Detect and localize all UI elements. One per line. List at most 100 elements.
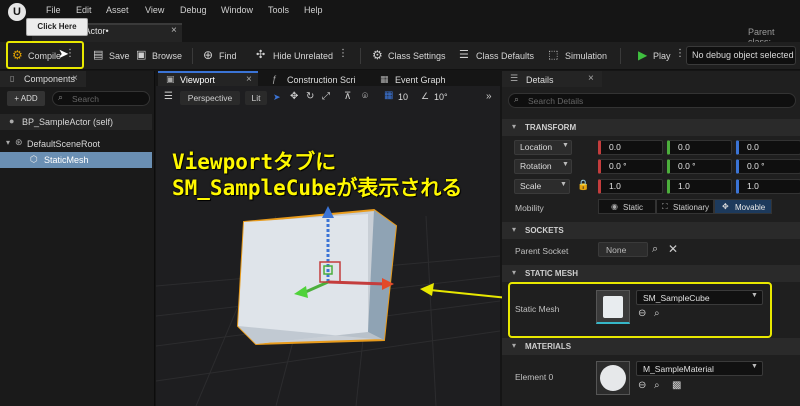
lock-icon[interactable]: 🔒 bbox=[577, 180, 589, 191]
components-search-input[interactable] bbox=[52, 91, 150, 106]
simulation-button[interactable]: Simulation bbox=[565, 51, 607, 61]
tree-label-scene-root: DefaultSceneRoot bbox=[27, 139, 101, 149]
viewport-canvas[interactable] bbox=[156, 86, 500, 406]
use-selected-icon[interactable]: ⊖ bbox=[638, 380, 646, 391]
search-icon: ⌕ bbox=[514, 94, 520, 104]
scale-z-field[interactable]: 1.0 bbox=[736, 179, 800, 194]
tab-construction-script-label: Construction Scri bbox=[287, 75, 356, 85]
menu-tools[interactable]: Tools bbox=[268, 5, 289, 15]
parent-socket-value: None bbox=[606, 245, 627, 255]
static-mesh-icon: ⬡ bbox=[30, 154, 38, 164]
sample-cube bbox=[236, 208, 398, 346]
scene-root-icon: ⊛ bbox=[15, 137, 23, 147]
close-icon[interactable]: × bbox=[246, 74, 252, 85]
location-x-field[interactable]: 0.0 bbox=[598, 140, 663, 155]
find-button[interactable]: Find bbox=[219, 51, 237, 61]
chevron-down-icon[interactable]: ▾ bbox=[512, 268, 516, 277]
rotation-y-field[interactable]: 0.0 ° bbox=[667, 159, 732, 174]
perspective-button[interactable]: Perspective bbox=[180, 91, 240, 105]
surface-snap-icon[interactable]: ⊼ bbox=[344, 91, 351, 102]
save-button[interactable]: Save bbox=[109, 51, 130, 61]
location-y-field[interactable]: 0.0 bbox=[667, 140, 732, 155]
menu-view[interactable]: View bbox=[145, 5, 164, 15]
stationary-icon: ⛶ bbox=[662, 202, 668, 211]
annotation-arrow bbox=[420, 283, 509, 299]
chevron-down-icon[interactable]: ▾ bbox=[512, 341, 516, 350]
location-z-field[interactable]: 0.0 bbox=[736, 140, 800, 155]
scale-y-field[interactable]: 1.0 bbox=[667, 179, 732, 194]
details-icon: ☰ bbox=[510, 73, 519, 83]
simulation-icon: ⬚ bbox=[548, 49, 559, 61]
debug-object-value: No debug object selected bbox=[692, 50, 794, 60]
rotation-snap-value[interactable]: 10° bbox=[434, 92, 448, 102]
function-icon: ƒ bbox=[272, 74, 278, 84]
annotation-line-2: SM_SampleCubeが表示される bbox=[172, 176, 463, 200]
mouse-cursor-icon: ➤ bbox=[58, 46, 69, 61]
world-space-icon[interactable]: ⌾ bbox=[362, 91, 368, 102]
clear-icon[interactable]: ✕ bbox=[668, 242, 678, 256]
select-mode-icon[interactable]: ➤ bbox=[273, 92, 281, 103]
rotate-icon[interactable]: ↻ bbox=[306, 91, 314, 102]
scale-x-field[interactable]: 1.0 bbox=[598, 179, 663, 194]
tab-event-graph-label: Event Graph bbox=[395, 75, 446, 85]
class-settings-button[interactable]: Class Settings bbox=[388, 51, 446, 61]
menu-edit[interactable]: Edit bbox=[76, 5, 92, 15]
menu-asset[interactable]: Asset bbox=[106, 5, 129, 15]
browse-search-icon[interactable]: ⌕ bbox=[654, 380, 660, 391]
browse-button[interactable]: Browse bbox=[152, 51, 182, 61]
components-tab-label: Components bbox=[24, 74, 76, 84]
menu-help[interactable]: Help bbox=[304, 5, 323, 15]
class-defaults-button[interactable]: Class Defaults bbox=[476, 51, 534, 61]
play-button[interactable]: Play bbox=[653, 51, 671, 61]
menu-window[interactable]: Window bbox=[221, 5, 253, 15]
rotation-x-field[interactable]: 0.0 ° bbox=[598, 159, 663, 174]
hamburger-menu-icon[interactable]: ☰ bbox=[164, 91, 173, 102]
chevron-down-icon[interactable]: ▾ bbox=[512, 225, 516, 234]
add-component-button[interactable]: + ADD bbox=[7, 91, 45, 106]
hide-unrelated-button[interactable]: Hide Unrelated bbox=[273, 51, 333, 61]
kebab-menu-icon[interactable]: ⋮ bbox=[675, 48, 685, 59]
mobility-stationary-label: Stationary bbox=[673, 203, 710, 212]
compile-highlight-box bbox=[6, 41, 84, 69]
transform-header-label: TRANSFORM bbox=[525, 123, 577, 132]
browse-icon: ▣ bbox=[136, 49, 147, 61]
viewport-scene[interactable] bbox=[156, 86, 500, 406]
viewport-tab-icon: ▣ bbox=[166, 74, 175, 84]
hide-unrelated-icon: ✣ bbox=[256, 49, 266, 61]
kebab-menu-icon[interactable]: ⋮ bbox=[338, 48, 348, 59]
rotation-snap-icon[interactable]: ∠ bbox=[421, 91, 429, 102]
translate-icon[interactable]: ✥ bbox=[290, 91, 298, 102]
scale-icon[interactable]: ⤢ bbox=[322, 91, 330, 102]
texture-icon[interactable]: ▩ bbox=[672, 380, 681, 391]
sockets-header-label: SOCKETS bbox=[525, 226, 564, 235]
grid-snap-icon[interactable]: ▦ bbox=[384, 90, 393, 101]
class-settings-icon: ⚙ bbox=[372, 48, 383, 62]
graph-icon: ▦ bbox=[380, 74, 389, 84]
movable-icon: ✥ bbox=[722, 202, 729, 211]
chevron-right-icon[interactable]: » bbox=[486, 91, 492, 102]
grid-snap-value[interactable]: 10 bbox=[398, 92, 408, 102]
static-mesh-highlight-box bbox=[508, 282, 772, 338]
close-icon[interactable]: × bbox=[588, 73, 594, 84]
chevron-down-icon: ▼ bbox=[562, 161, 569, 168]
close-icon[interactable]: × bbox=[171, 25, 177, 36]
search-icon: ⌕ bbox=[58, 92, 64, 102]
toolbar-divider bbox=[360, 48, 361, 64]
rotation-z-field[interactable]: 0.0 ° bbox=[736, 159, 800, 174]
mobility-static-label: Static bbox=[623, 203, 644, 212]
close-icon[interactable]: × bbox=[72, 73, 78, 84]
mobility-label: Mobility bbox=[515, 203, 544, 213]
search-icon[interactable]: ⌕ bbox=[652, 243, 658, 256]
chevron-down-icon[interactable]: ▾ bbox=[512, 122, 516, 131]
unreal-logo: U bbox=[8, 3, 26, 21]
menu-file[interactable]: File bbox=[46, 5, 61, 15]
material-value: M_SampleMaterial bbox=[643, 364, 714, 374]
menu-debug[interactable]: Debug bbox=[180, 5, 207, 15]
tab-viewport-label: Viewport bbox=[180, 75, 215, 85]
details-tab-label: Details bbox=[526, 75, 554, 85]
element-0-label: Element 0 bbox=[515, 372, 554, 382]
actor-icon: ● bbox=[9, 116, 15, 126]
tree-label-static-mesh: StaticMesh bbox=[44, 155, 89, 165]
chevron-down-icon[interactable]: ▾ bbox=[6, 138, 10, 147]
lit-button[interactable]: Lit bbox=[245, 91, 267, 105]
